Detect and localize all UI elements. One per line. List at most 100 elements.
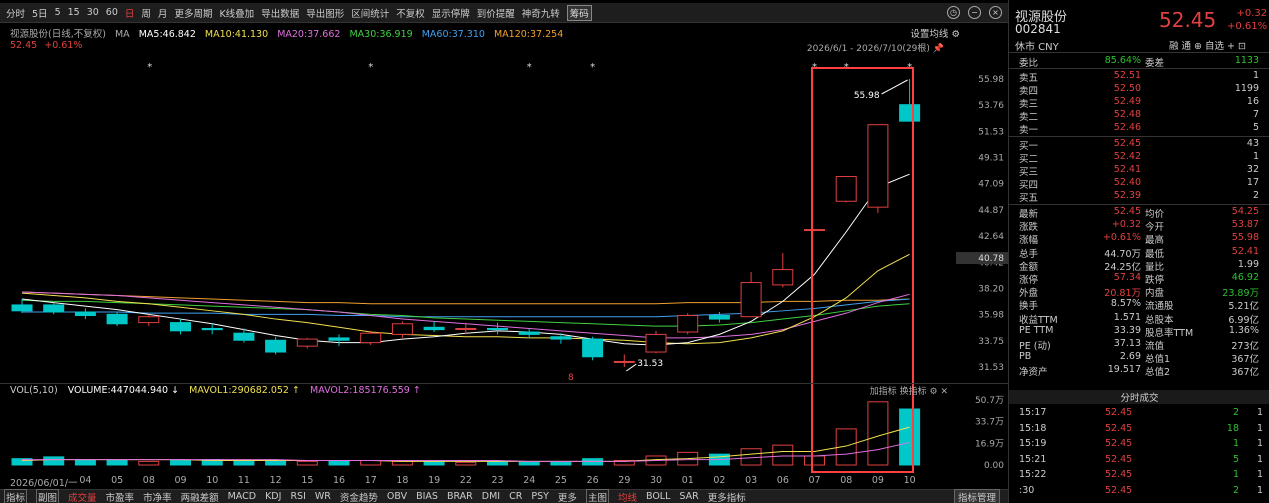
trade-row[interactable]: :30 52.45 2 1 <box>1009 485 1269 499</box>
volume-bar[interactable] <box>867 401 889 466</box>
kline-chart[interactable]: 55.9853.7651.5349.3147.0944.8742.6440.42… <box>0 0 1008 489</box>
volume-bar[interactable] <box>455 461 477 466</box>
volume-bar[interactable] <box>296 460 318 466</box>
toolbar-item-8[interactable]: 月 <box>158 6 168 20</box>
indicator-tab-5[interactable]: 两融差额 <box>181 490 219 503</box>
trade-row[interactable]: 15:19 52.45 1 1 <box>1009 438 1269 452</box>
event-marker[interactable]: * <box>590 62 595 73</box>
set-ma-button[interactable]: 设置均线 ⚙ <box>910 26 960 40</box>
indicator-tab-0[interactable]: 指标 <box>4 488 28 503</box>
indicator-tab-9[interactable]: WR <box>315 491 331 502</box>
candle-body[interactable] <box>708 315 730 320</box>
asks-row[interactable]: 卖二 52.48 7 <box>1009 109 1269 123</box>
indicator-tab-3[interactable]: 市盈率 <box>106 490 135 503</box>
candle-body[interactable] <box>328 337 350 341</box>
toolbar-item-2[interactable]: 5 <box>55 7 61 18</box>
indicator-tab-13[interactable]: BRAR <box>447 491 473 502</box>
event-marker[interactable]: * <box>147 62 152 73</box>
bids-row[interactable]: 买二 52.42 1 <box>1009 151 1269 165</box>
indicator-tab-7[interactable]: KDJ <box>265 491 281 502</box>
indicator-tab-2[interactable]: 成交量 <box>68 490 97 503</box>
candle-body[interactable] <box>867 124 889 208</box>
bids-row[interactable]: 买三 52.41 32 <box>1009 164 1269 178</box>
toolbar-item-4[interactable]: 30 <box>87 7 99 18</box>
asks-row[interactable]: 卖五 52.51 1 <box>1009 70 1269 84</box>
indicator-tab-4[interactable]: 市净率 <box>143 490 172 503</box>
candle-body[interactable] <box>170 322 191 332</box>
indicator-tab-15[interactable]: CR <box>509 491 522 502</box>
candle-body[interactable] <box>487 327 508 331</box>
toolbar-item-15[interactable]: 显示停牌 <box>432 6 470 20</box>
candle-body[interactable] <box>613 360 635 363</box>
trade-row[interactable]: 15:22 52.45 1 1 <box>1009 469 1269 483</box>
candle-body[interactable] <box>391 323 413 335</box>
candle-body[interactable] <box>233 332 255 341</box>
event-marker[interactable]: * <box>368 62 373 73</box>
bids-row[interactable]: 买一 52.45 43 <box>1009 138 1269 152</box>
candle-body[interactable] <box>43 304 65 313</box>
candle-body[interactable] <box>360 332 382 344</box>
candle-body[interactable] <box>518 331 540 335</box>
volume-bar[interactable] <box>138 460 160 466</box>
volume-bar[interactable] <box>391 460 413 466</box>
toolbar-item-0[interactable]: 分时 <box>6 6 25 20</box>
toolbar-item-6[interactable]: 日 <box>125 6 135 20</box>
candle-body[interactable] <box>740 282 762 318</box>
candle-body[interactable] <box>106 313 128 325</box>
toolbar-item-7[interactable]: 周 <box>141 6 151 20</box>
toolbar-item-3[interactable]: 15 <box>68 7 80 18</box>
close-icon[interactable]: × <box>989 6 1002 19</box>
indicator-tab-14[interactable]: DMI <box>482 491 500 502</box>
indicator-tab-17[interactable]: 更多 <box>558 490 577 503</box>
candle-body[interactable] <box>455 327 477 330</box>
trade-row[interactable]: 15:17 52.45 2 1 <box>1009 407 1269 421</box>
indicator-tab-22[interactable]: 更多指标 <box>708 490 746 503</box>
indicator-tab-12[interactable]: BIAS <box>416 491 438 502</box>
minimize-icon[interactable]: − <box>968 6 981 19</box>
volume-bar[interactable] <box>550 461 572 466</box>
toolbar-item-10[interactable]: K线叠加 <box>219 6 254 20</box>
toolbar-item-12[interactable]: 导出图形 <box>306 6 344 20</box>
asks-row[interactable]: 卖一 52.46 5 <box>1009 122 1269 136</box>
indicator-tab-21[interactable]: SAR <box>679 491 698 502</box>
asks-row[interactable]: 卖四 52.50 1199 <box>1009 83 1269 97</box>
candle-body[interactable] <box>550 336 572 340</box>
toolbar-item-16[interactable]: 到价提醒 <box>477 6 515 20</box>
indicator-tab-8[interactable]: RSI <box>290 491 305 502</box>
trade-row[interactable]: 15:21 52.45 5 1 <box>1009 454 1269 468</box>
volume-bar[interactable] <box>106 459 128 466</box>
volume-bar[interactable] <box>233 460 255 466</box>
indicator-tab-1[interactable]: 副图 <box>36 488 60 503</box>
indicator-tab-6[interactable]: MACD <box>228 491 256 502</box>
indicator-tab-18[interactable]: 主图 <box>585 488 609 503</box>
toolbar-item-9[interactable]: 更多周期 <box>174 6 212 20</box>
toolbar-item-17[interactable]: 神奇九转 <box>522 6 560 20</box>
indicator-tab-20[interactable]: BOLL <box>646 491 670 502</box>
toolbar-item-5[interactable]: 60 <box>106 7 118 18</box>
indicator-tab-11[interactable]: OBV <box>387 491 407 502</box>
candle-body[interactable] <box>201 327 223 331</box>
indicator-tab-16[interactable]: PSY <box>531 491 549 502</box>
event-marker[interactable]: * <box>527 62 532 73</box>
asks-row[interactable]: 卖三 52.49 16 <box>1009 96 1269 110</box>
indicator-tab-10[interactable]: 资金趋势 <box>340 490 378 503</box>
toolbar-item-18[interactable]: 筹码 <box>566 4 592 21</box>
candle-body[interactable] <box>296 338 318 347</box>
bids-row[interactable]: 买四 52.40 17 <box>1009 177 1269 191</box>
volume-bar[interactable] <box>328 460 350 466</box>
indicator-mgmt-button[interactable]: 指标管理 <box>953 488 1000 503</box>
candle-body[interactable] <box>74 311 96 317</box>
candle-body[interactable] <box>645 333 667 353</box>
volume-bar[interactable] <box>804 455 825 466</box>
candle-body[interactable] <box>138 316 160 324</box>
candle-body[interactable] <box>804 229 825 232</box>
candle-body[interactable] <box>772 269 794 286</box>
volume-bar[interactable] <box>772 444 794 466</box>
pin-icon[interactable]: 📌 <box>933 44 944 54</box>
candle-body[interactable] <box>835 176 857 202</box>
trade-row[interactable]: 15:18 52.45 18 1 <box>1009 423 1269 437</box>
volume-bar[interactable] <box>74 459 96 466</box>
volume-bar[interactable] <box>487 460 508 466</box>
volume-bar[interactable] <box>740 448 762 466</box>
candle-body[interactable] <box>677 315 699 333</box>
